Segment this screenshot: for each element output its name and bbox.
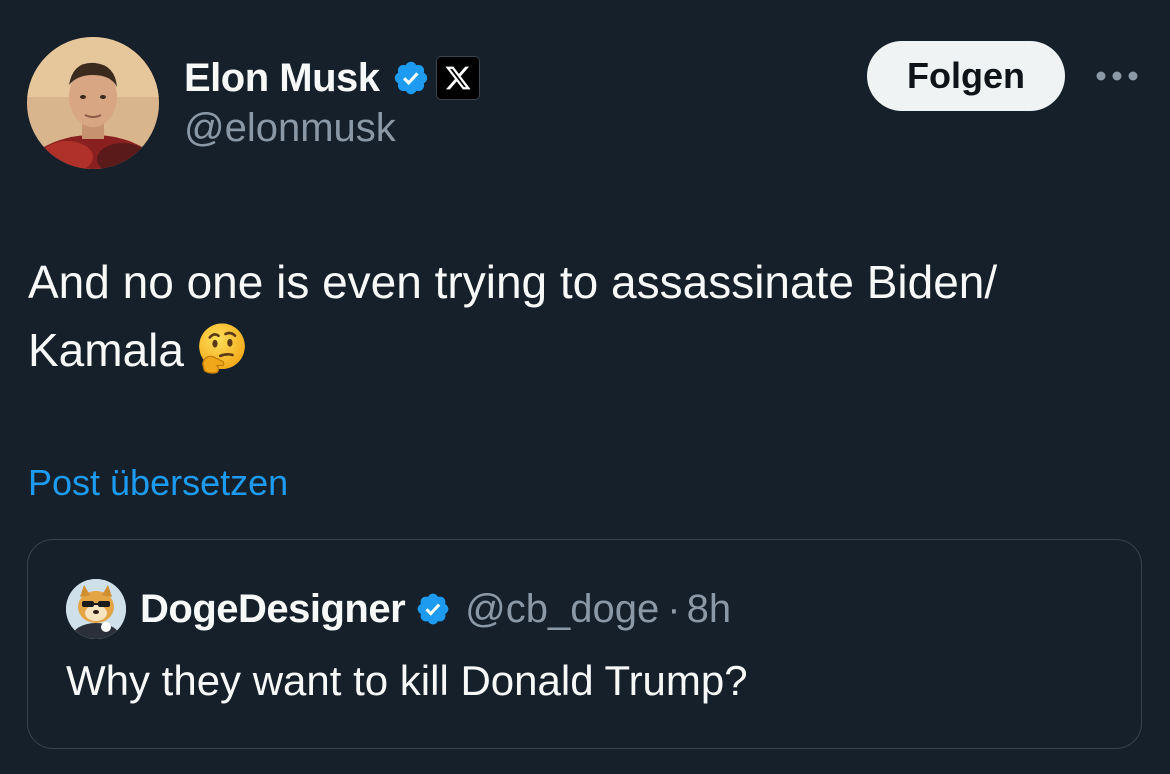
author-name-row: Elon Musk bbox=[184, 52, 480, 104]
quoted-author-display-name[interactable]: DogeDesigner bbox=[140, 587, 406, 632]
post-text-content: And no one is even trying to assassinate… bbox=[28, 256, 998, 376]
quoted-post-card[interactable]: DogeDesigner @cb_doge · 8h Why they want… bbox=[27, 539, 1142, 749]
author-avatar[interactable] bbox=[27, 37, 159, 169]
separator-dot: · bbox=[667, 586, 681, 631]
quoted-post-timestamp[interactable]: 8h bbox=[687, 587, 732, 632]
translate-post-link[interactable]: Post übersetzen bbox=[28, 462, 288, 504]
quoted-verified-badge-icon bbox=[417, 593, 449, 625]
more-options-icon[interactable] bbox=[1089, 56, 1145, 96]
x-logo-icon bbox=[435, 56, 480, 100]
author-display-name[interactable]: Elon Musk bbox=[184, 56, 380, 101]
quoted-author-row: DogeDesigner @cb_doge · 8h bbox=[140, 584, 731, 634]
quoted-author-handle[interactable]: @cb_doge bbox=[465, 587, 659, 632]
doge-avatar-image bbox=[66, 579, 126, 639]
quoted-author-avatar[interactable] bbox=[66, 579, 126, 639]
author-handle[interactable]: @elonmusk bbox=[184, 106, 396, 151]
verified-badge-icon bbox=[394, 61, 427, 95]
avatar-image bbox=[27, 37, 159, 169]
quoted-post-text: Why they want to kill Donald Trump? bbox=[66, 657, 748, 704]
thinking-face-emoji bbox=[199, 323, 245, 374]
follow-button[interactable]: Folgen bbox=[867, 41, 1065, 111]
post-text: And no one is even trying to assassinate… bbox=[28, 248, 1138, 384]
tweet-card: Elon Musk @elonmusk Folgen And no one is… bbox=[0, 0, 1170, 774]
